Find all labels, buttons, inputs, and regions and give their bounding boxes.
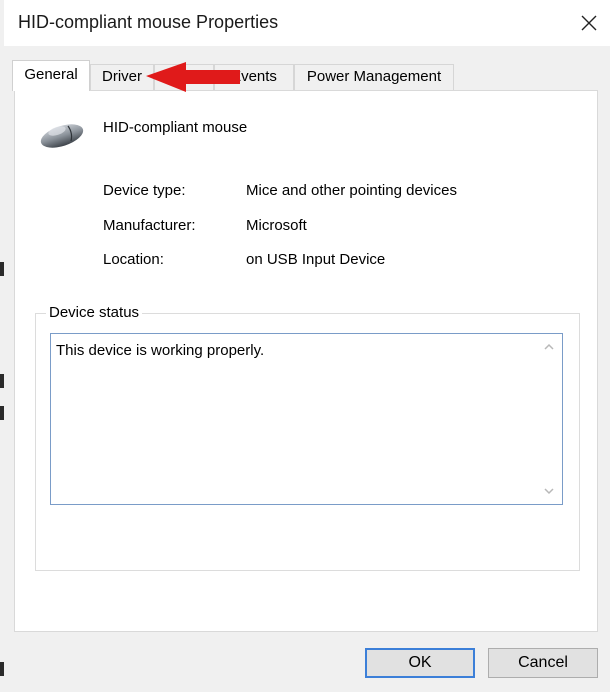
tab-power-management[interactable]: Power Management <box>294 64 454 90</box>
cancel-button[interactable]: Cancel <box>488 648 598 678</box>
title-bar: HID-compliant mouse Properties <box>4 0 610 46</box>
window-title: HID-compliant mouse Properties <box>18 12 279 32</box>
close-icon <box>581 15 597 31</box>
location-label: Location: <box>103 251 164 268</box>
tab-details[interactable]: Details <box>154 64 214 90</box>
device-name: HID-compliant mouse <box>103 119 248 136</box>
mouse-icon <box>40 124 84 148</box>
scroll-down-icon[interactable] <box>542 484 556 498</box>
manufacturer-label: Manufacturer: <box>103 217 196 234</box>
scroll-up-icon[interactable] <box>542 340 556 354</box>
device-status-label: Device status <box>46 304 143 321</box>
close-button[interactable] <box>574 8 604 38</box>
ok-button[interactable]: OK <box>365 648 475 678</box>
device-status-group: Device status This device is working pro… <box>35 304 580 571</box>
device-status-textbox[interactable]: This device is working properly. <box>50 333 563 505</box>
tab-general[interactable]: General <box>12 60 90 91</box>
device-type-label: Device type: <box>103 182 186 199</box>
dialog-body: General Driver Details Events Power Mana… <box>4 46 610 692</box>
general-tab-panel: HID-compliant mouse Device type: Mice an… <box>14 90 598 632</box>
device-status-text: This device is working properly. <box>56 342 265 359</box>
tab-driver[interactable]: Driver <box>90 64 154 90</box>
device-type-value: Mice and other pointing devices <box>246 182 457 199</box>
manufacturer-value: Microsoft <box>246 217 307 234</box>
tab-events[interactable]: Events <box>214 64 294 90</box>
location-value: on USB Input Device <box>246 251 386 268</box>
